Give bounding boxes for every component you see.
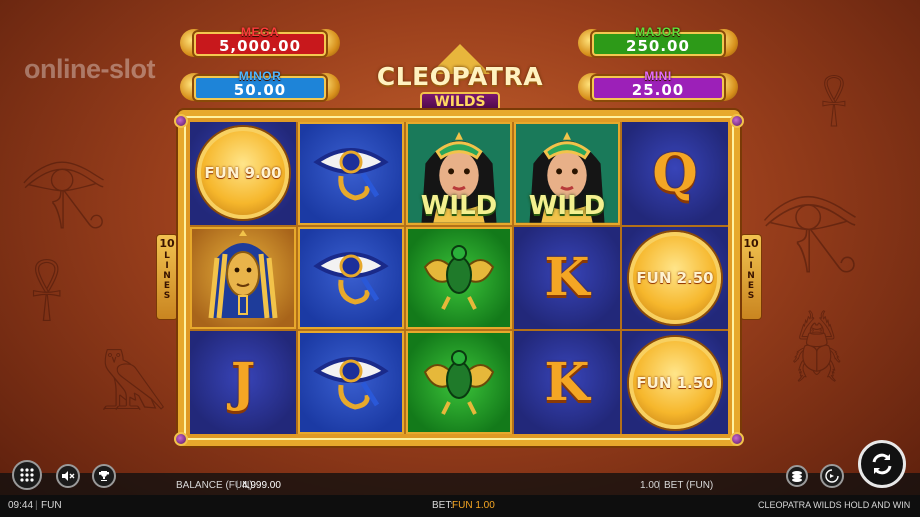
- spin-arrows-icon: [872, 453, 892, 475]
- eye-of-horus-icon: [311, 240, 391, 315]
- hieroglyph-decoration: 𓅓: [100, 354, 167, 424]
- bet-value: FUN 1.00: [452, 500, 495, 511]
- divider: |: [658, 480, 661, 491]
- scarab-icon: [417, 237, 501, 318]
- reel-4-row-1-wild: WILD: [514, 122, 620, 225]
- coin-value: FUN 2.50: [636, 268, 714, 287]
- scarab-icon: [417, 342, 501, 423]
- reel-5-row-1-letter: Q: [622, 122, 728, 225]
- hieroglyph-decoration: 𓆣: [790, 314, 844, 384]
- eye-of-horus-icon: [311, 345, 391, 420]
- reel-4-row-3-letter: K: [514, 331, 620, 434]
- reel-grid: FUN 9.00 WILD WILD Q K FUN 2.50 J K FUN 1.50: [190, 122, 728, 434]
- wild-label: WILD: [420, 190, 498, 221]
- bonus-coin-icon: FUN 9.00: [197, 127, 289, 220]
- reel-1-row-1-coin: FUN 9.00: [190, 122, 296, 225]
- reel-5-row-3-coin: FUN 1.50: [622, 331, 728, 434]
- paylines-badge-left: 10 LINES: [156, 234, 178, 320]
- bonus-coin-icon: FUN 1.50: [629, 336, 721, 429]
- balance-value: 4,999.00: [242, 480, 281, 491]
- reel-3-row-3-scarab: [406, 331, 512, 434]
- paylines-count: 10: [159, 237, 175, 250]
- jackpot-plate: MAJOR 250.00: [592, 25, 724, 56]
- jackpot-plate: MEGA 5,000.00: [194, 25, 326, 56]
- logo-title: CLEOPATRA: [376, 62, 544, 91]
- hieroglyph-decoration: 𓂀: [20, 148, 108, 230]
- currency-label: FUN: [41, 500, 62, 511]
- letter-symbol: K: [544, 352, 590, 414]
- reel-frame: FUN 9.00 WILD WILD Q K FUN 2.50 J K FUN 1.50: [178, 110, 740, 446]
- trophy-icon: [99, 471, 110, 481]
- game-name: CLEOPATRA WILDS HOLD AND WIN: [758, 500, 911, 510]
- bet-amount: 1.00: [640, 480, 660, 491]
- reel-1-row-2-pharaoh: [190, 226, 296, 330]
- corner-gem-icon: [174, 432, 188, 446]
- paylines-word: LINES: [162, 251, 172, 301]
- hieroglyph-decoration: 𓋹: [30, 264, 64, 334]
- game-stage: 𓂀 𓋹 𓅓 𓂀 𓆣 𓋹 online-slot MEGA 5,000.00 MI…: [0, 0, 920, 517]
- bonus-coin-icon: FUN 2.50: [629, 231, 721, 324]
- speaker-muted-icon: [62, 471, 75, 481]
- jackpot-value: 50.00: [233, 81, 287, 99]
- paylines-badge-right: 10 LINES: [740, 234, 762, 320]
- jackpot-plate: MINOR 50.00: [194, 69, 326, 100]
- trophy-button[interactable]: [92, 464, 116, 488]
- jackpot-mega: MEGA 5,000.00: [180, 25, 340, 60]
- letter-symbol: J: [230, 352, 256, 414]
- jackpot-major: MAJOR 250.00: [578, 25, 738, 60]
- pharaoh-mask-icon: [203, 229, 283, 328]
- reel-3-row-2-scarab: [406, 226, 512, 330]
- logo-subtitle: WILDS: [420, 92, 500, 112]
- jackpot-mini: MINI 25.00: [578, 69, 738, 104]
- reel-2-row-2-eye: [298, 226, 404, 330]
- bet-label: BET:: [432, 500, 454, 511]
- bet-stack-button[interactable]: [786, 465, 808, 487]
- game-logo: CLEOPATRA WILDS: [376, 44, 544, 114]
- paylines-count: 10: [743, 237, 759, 250]
- jackpot-value: 250.00: [626, 37, 690, 55]
- clock: 09:44: [8, 500, 34, 511]
- corner-gem-icon: [174, 114, 188, 128]
- reel-1-row-3-letter: J: [190, 331, 296, 434]
- jackpot-minor: MINOR 50.00: [180, 69, 340, 104]
- corner-gem-icon: [730, 432, 744, 446]
- reel-2-row-1-eye: [298, 122, 404, 225]
- menu-button[interactable]: [12, 460, 42, 490]
- spin-button[interactable]: [858, 440, 906, 488]
- divider: |: [35, 500, 38, 511]
- bet-currency-label: BET (FUN): [664, 480, 714, 491]
- reel-3-row-1-wild: WILD: [406, 122, 512, 225]
- reel-5-row-2-coin: FUN 2.50: [622, 226, 728, 330]
- coin-value: FUN 1.50: [636, 373, 714, 392]
- hieroglyph-decoration: 𓂀: [760, 181, 860, 274]
- mute-button[interactable]: [56, 464, 80, 488]
- jackpot-plate: MINI 25.00: [592, 69, 724, 100]
- letter-symbol: Q: [652, 142, 698, 204]
- corner-gem-icon: [730, 114, 744, 128]
- letter-symbol: K: [544, 247, 590, 309]
- coin-value: FUN 9.00: [204, 164, 282, 183]
- autoplay-icon: [825, 469, 839, 483]
- reel-4-row-2-letter: K: [514, 226, 620, 330]
- jackpot-value: 25.00: [631, 81, 685, 99]
- reel-2-row-3-eye: [298, 331, 404, 434]
- eye-of-horus-icon: [311, 136, 391, 211]
- autoplay-button[interactable]: [820, 464, 844, 488]
- divider: |: [236, 480, 239, 491]
- jackpot-value: 5,000.00: [218, 37, 302, 55]
- grid-menu-icon: [20, 468, 34, 482]
- hieroglyph-decoration: 𓋹: [820, 79, 848, 137]
- site-watermark: online-slot: [24, 54, 156, 84]
- wild-label: WILD: [528, 190, 606, 221]
- paylines-word: LINES: [746, 251, 756, 301]
- coin-stack-icon: [792, 471, 802, 482]
